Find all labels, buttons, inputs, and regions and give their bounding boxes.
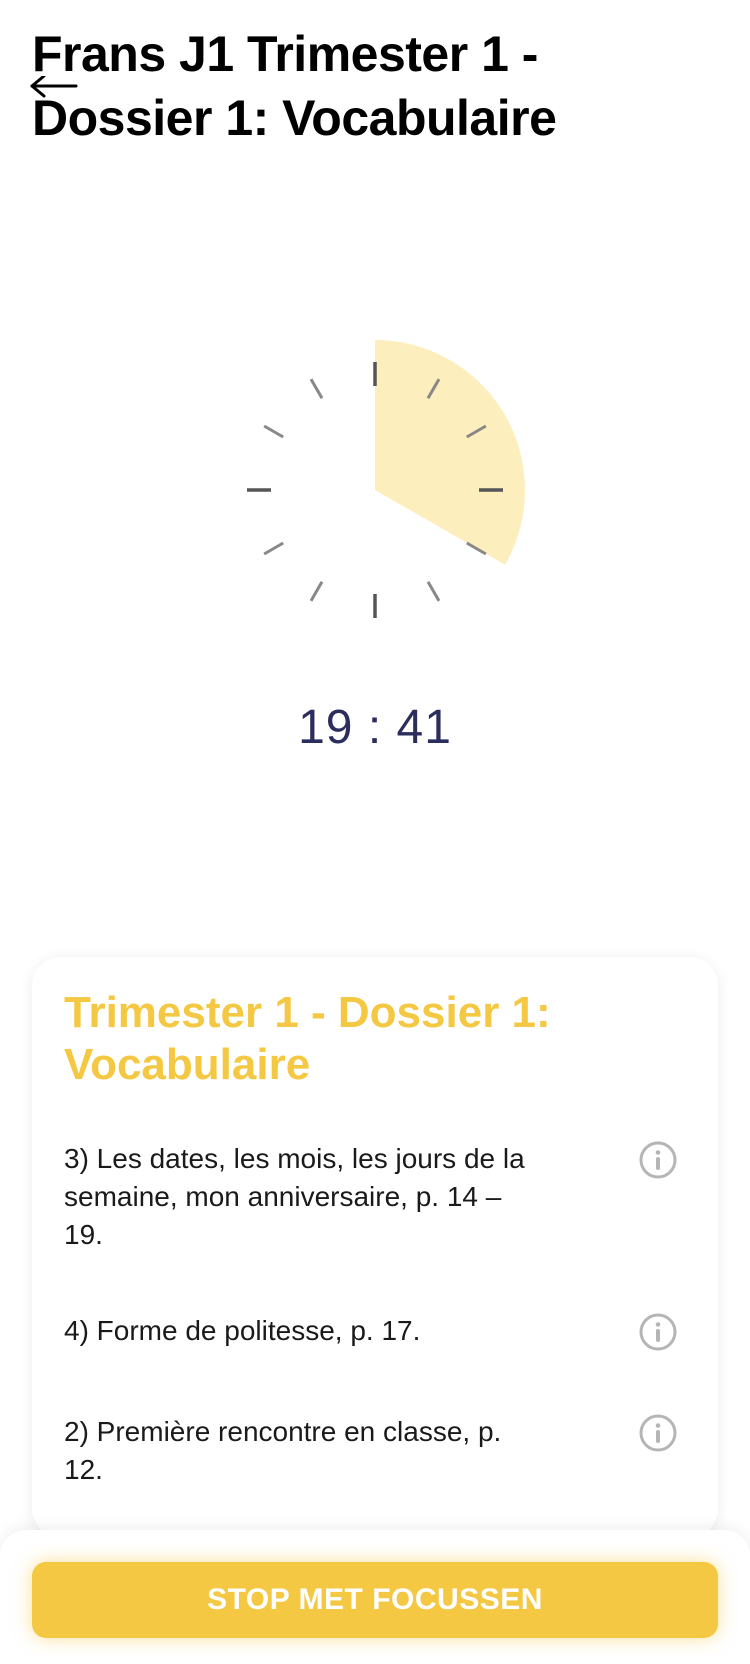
info-button[interactable] bbox=[638, 1413, 678, 1453]
focus-timer-screen: Frans J1 Trimester 1 - Dossier 1: Vocabu… bbox=[0, 0, 750, 1664]
topic-card: Trimester 1 - Dossier 1: Vocabulaire 3) … bbox=[32, 957, 718, 1537]
topic-item-text: 2) Première rencontre en classe, p. 12. bbox=[64, 1416, 502, 1485]
info-icon bbox=[639, 1414, 677, 1452]
timer-dial bbox=[247, 340, 525, 618]
info-icon bbox=[639, 1141, 677, 1179]
topic-item: 3) Les dates, les mois, les jours de la … bbox=[64, 1140, 684, 1254]
footer-bar: STOP MET FOCUSSEN bbox=[0, 1530, 750, 1664]
info-button[interactable] bbox=[638, 1312, 678, 1352]
info-icon bbox=[639, 1313, 677, 1351]
timer-tick bbox=[263, 424, 284, 439]
timer-tick bbox=[263, 541, 284, 556]
info-button[interactable] bbox=[638, 1140, 678, 1180]
topic-item-text: 3) Les dates, les mois, les jours de la … bbox=[64, 1143, 525, 1250]
header: Frans J1 Trimester 1 - Dossier 1: Vocabu… bbox=[0, 0, 750, 170]
card-title: Trimester 1 - Dossier 1: Vocabulaire bbox=[64, 988, 551, 1089]
timer-progress-wedge bbox=[375, 340, 525, 565]
topic-item-text: 4) Forme de politesse, p. 17. bbox=[64, 1315, 421, 1346]
page-title: Frans J1 Trimester 1 - Dossier 1: Vocabu… bbox=[32, 26, 557, 146]
topic-item: 2) Première rencontre en classe, p. 12. bbox=[64, 1413, 684, 1489]
timer-tick bbox=[309, 581, 324, 602]
timer-area: 19 : 41 bbox=[0, 320, 750, 780]
time-remaining: 19 : 41 bbox=[298, 701, 452, 754]
arrow-left-icon bbox=[30, 76, 78, 98]
back-button[interactable] bbox=[28, 76, 84, 112]
topic-item: 4) Forme de politesse, p. 17. bbox=[64, 1312, 684, 1352]
timer-tick bbox=[426, 581, 441, 602]
timer-tick bbox=[309, 378, 324, 399]
stop-focus-button[interactable]: STOP MET FOCUSSEN bbox=[32, 1562, 718, 1638]
